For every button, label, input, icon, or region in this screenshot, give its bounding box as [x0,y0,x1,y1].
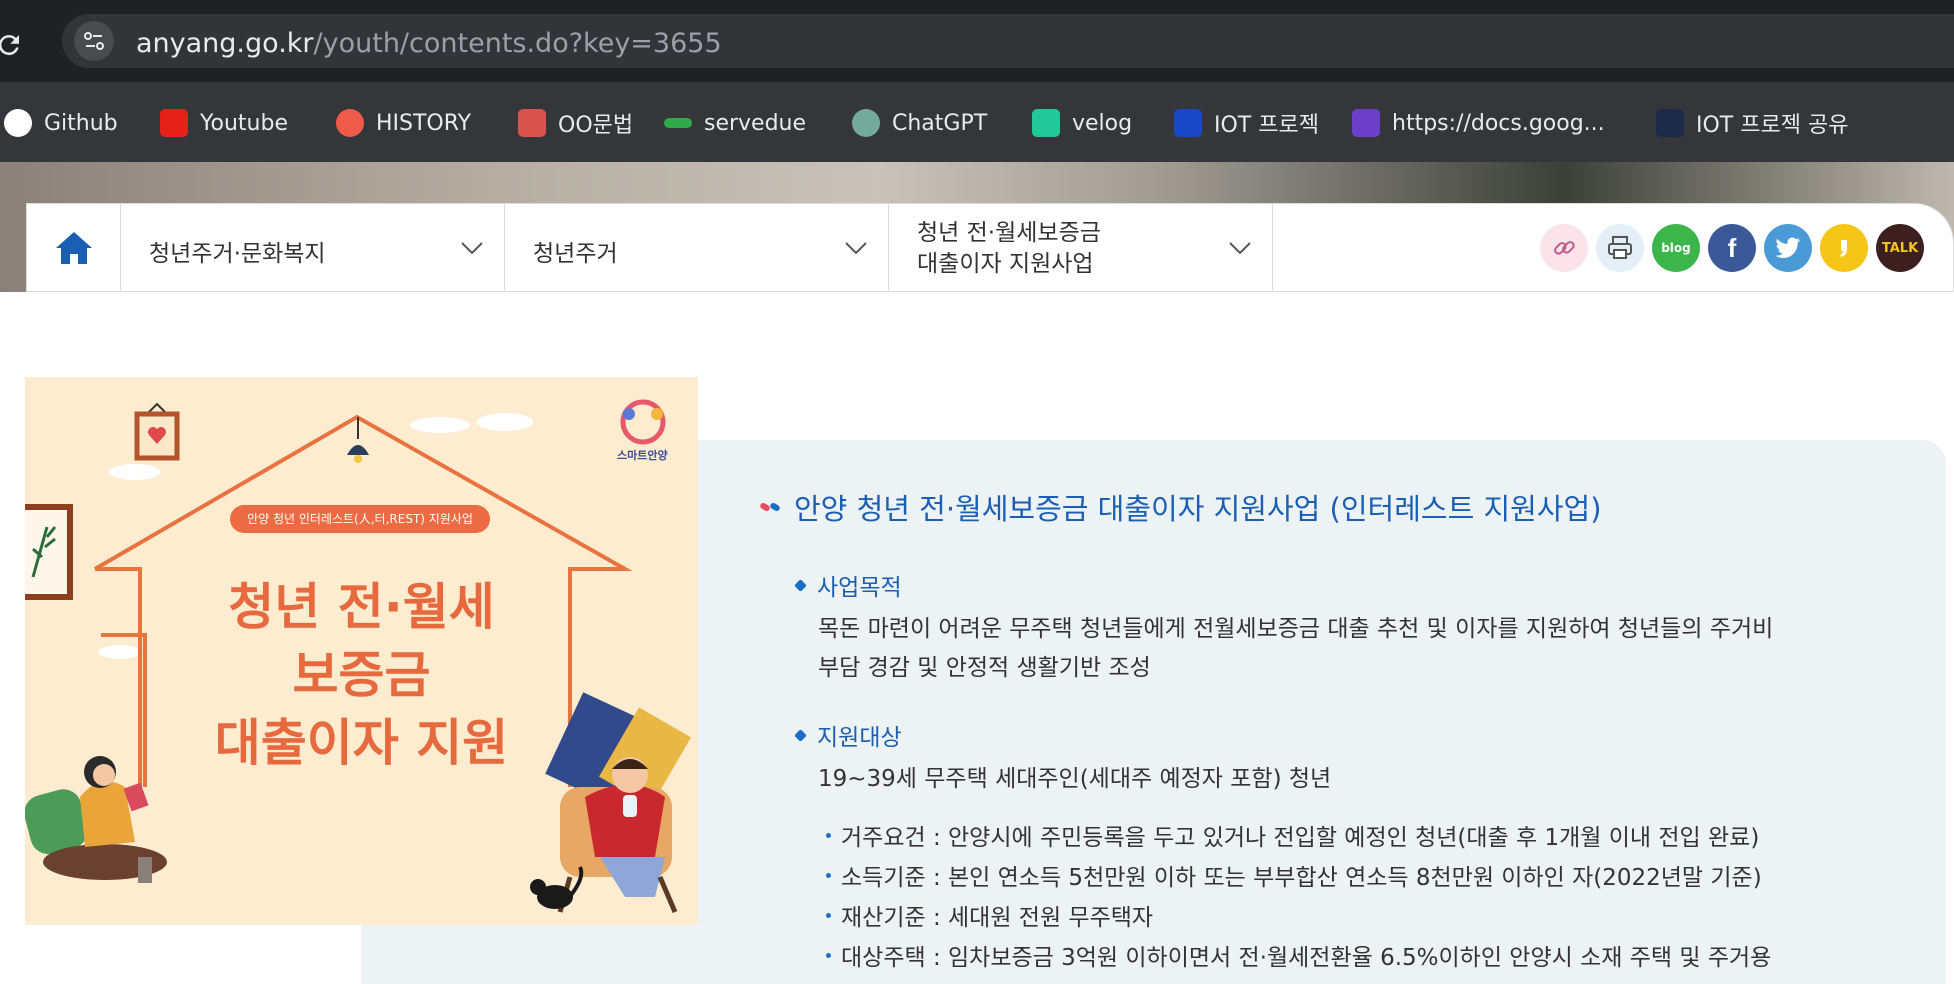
list-item-text: 대상주택 : 임차보증금 3억원 이하이면서 전·월세전환율 6.5%이하인 안… [841,945,1772,971]
list-item: 대상주택 : 임차보증금 3억원 이하이면서 전·월세전환율 6.5%이하인 안… [826,938,1771,972]
poster-logo-text: 스마트안양 [617,449,668,462]
bookmark-servedue[interactable]: servedue [664,106,806,140]
list-item-text: 재산기준 : 세대원 전원 무주택자 [841,905,1154,931]
bookmark-velog[interactable]: velog [1032,106,1132,140]
address-bar[interactable]: anyang.go.kr/youth/contents.do?key=3655 [62,14,1954,68]
facebook-icon: f [1727,232,1737,263]
paragraph-line: 부담 경감 및 안정적 생활기반 조성 [818,655,1151,681]
share-icon [1656,109,1684,137]
section-heading-text: 지원대상 [817,725,902,751]
youtube-icon [160,109,188,137]
poster-banner: 안양 청년 인터레스트(人,터,REST) 지원사업 [230,505,490,533]
section-heading: 사업목적 [794,568,902,602]
location-nav: 청년주거·문화복지 청년주거 청년 전·월세보증금 대출이자 지원사업 blog … [26,203,1954,292]
content-title: 안양 청년 전·월세보증금 대출이자 지원사업 (인터레스트 지원사업) [760,486,1602,528]
bookmark-label: Github [44,110,118,136]
reload-icon[interactable] [0,30,24,60]
facebook-button[interactable]: f [1708,224,1756,272]
chevron-down-icon [845,242,867,255]
list-item-text: 거주요건 : 안양시에 주민등록을 두고 있거나 전입할 예정인 청년(대출 후… [841,825,1760,851]
url-host: anyang.go.kr [136,28,314,59]
nav-dropdown-category[interactable]: 청년주거·문화복지 [121,204,505,291]
poster-title-line: 보증금 [292,646,431,704]
document-icon [518,109,546,137]
paragraph-line: 19~39세 무주택 세대주인(세대주 예정자 포함) 청년 [818,766,1332,792]
home-button[interactable] [27,204,121,291]
kakaotalk-icon: TALK [1881,240,1919,256]
history-icon [336,109,364,137]
title-mark-icon [760,503,780,511]
bookmark-label: OO문법 [558,113,634,138]
list-item: 소득기준 : 본인 연소득 5천만원 이하 또는 부부합산 연소득 8천만원 이… [826,858,1762,892]
diamond-bullet-icon [794,578,807,592]
bookmark-label: https://docs.goog... [1392,110,1605,136]
bookmark-chatgpt[interactable]: ChatGPT [852,106,987,140]
site-info-icon[interactable] [74,21,114,61]
poster-title-line: 대출이자 지원 [214,714,509,772]
dot-bullet-icon [826,912,831,918]
kakaostory-button[interactable] [1820,224,1868,272]
nav-dropdown-label: 청년주거·문화복지 [149,241,326,267]
bookmark-oo[interactable]: OO문법 [518,106,633,140]
section-paragraph: 19~39세 무주택 세대주인(세대주 예정자 포함) 청년 [818,760,1331,799]
paragraph-line: 목돈 마련이 어려운 무주택 청년들에게 전월세보증금 대출 추천 및 이자를 … [818,616,1774,642]
link-button[interactable] [1540,224,1588,272]
bookmark-label: HISTORY [376,110,472,136]
print-icon [1608,236,1632,259]
bookmark-docs[interactable]: https://docs.goog... [1352,106,1605,140]
bookmarks-bar: Github Youtube HISTORY OO문법 servedue Cha… [0,82,1954,162]
dot-bullet-icon [826,872,831,878]
google-docs-icon [1352,109,1380,137]
list-item: 거주요건 : 안양시에 주민등록을 두고 있거나 전입할 예정인 청년(대출 후… [826,818,1759,852]
browser-toolbar: anyang.go.kr/youth/contents.do?key=3655 [0,0,1954,82]
print-button[interactable] [1596,224,1644,272]
dot-bullet-icon [826,952,831,958]
kakaostory-icon [1840,240,1847,257]
bookmark-label: velog [1072,110,1133,136]
nav-dropdown-subcategory[interactable]: 청년주거 [505,204,889,291]
poster-image: 안양 청년 인터레스트(人,터,REST) 지원사업 청년 전·월세 보증금 대… [25,377,698,925]
diamond-bullet-icon [794,728,807,742]
twitter-icon [1775,237,1800,258]
content-title-text: 안양 청년 전·월세보증금 대출이자 지원사업 (인터레스트 지원사업) [794,492,1602,526]
nav-dropdown-label: 청년 전·월세보증금대출이자 지원사업 [917,218,1101,280]
chevron-down-icon [461,242,483,255]
bookmark-iot[interactable]: IOT 프로젝 [1174,106,1319,140]
iot-icon [1174,109,1202,137]
bookmark-label: Youtube [200,110,288,136]
section-paragraph: 목돈 마련이 어려운 무주택 청년들에게 전월세보증금 대출 추천 및 이자를 … [818,610,1773,688]
github-icon [4,109,32,137]
blog-button[interactable]: blog [1652,224,1700,272]
home-icon [55,231,92,264]
label-line: 대출이자 지원사업 [917,251,1094,277]
chatgpt-icon [852,109,880,137]
poster-title-line: 청년 전·월세 [228,578,495,636]
nav-dropdown-label: 청년주거 [533,241,618,267]
url-text[interactable]: anyang.go.kr/youth/contents.do?key=3655 [136,28,722,59]
bookmark-github[interactable]: Github [4,106,118,140]
bookmark-iot-share[interactable]: IOT 프로젝 공유 [1656,106,1848,140]
bookmark-youtube[interactable]: Youtube [160,106,288,140]
twitter-button[interactable] [1764,224,1812,272]
servedue-icon [664,118,692,128]
link-icon [1554,241,1575,255]
bookmark-history[interactable]: HISTORY [336,106,471,140]
section-heading: 지원대상 [794,718,902,752]
velog-icon [1032,109,1060,137]
list-item-text: 소득기준 : 본인 연소득 5천만원 이하 또는 부부합산 연소득 8천만원 이… [841,865,1762,891]
list-item: 재산기준 : 세대원 전원 무주택자 [826,898,1153,932]
chevron-down-icon [1229,242,1251,255]
bookmark-label: servedue [704,110,807,136]
dot-bullet-icon [826,832,831,838]
kakaotalk-button[interactable]: TALK [1876,224,1924,272]
bookmark-label: ChatGPT [892,110,988,136]
blog-icon: blog [1661,241,1691,255]
section-heading-text: 사업목적 [817,575,902,601]
label-line: 청년 전·월세보증금 [917,220,1101,246]
bookmark-label: IOT 프로젝 공유 [1696,113,1849,138]
nav-dropdown-page[interactable]: 청년 전·월세보증금대출이자 지원사업 [889,204,1273,291]
bookmark-label: IOT 프로젝 [1214,113,1319,138]
url-path: /youth/contents.do?key=3655 [313,28,722,59]
